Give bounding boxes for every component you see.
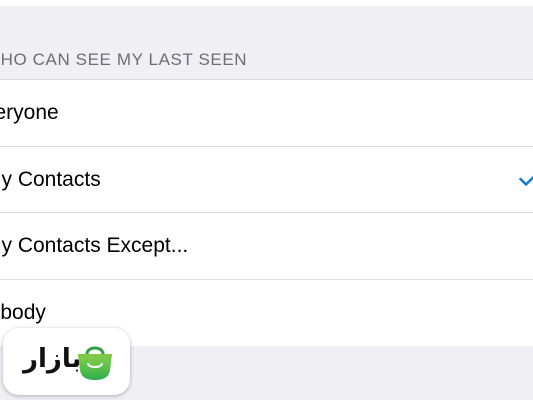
last-seen-options-list: veryone My Contacts My Contacts Except..… (0, 79, 533, 347)
option-my-contacts-except[interactable]: My Contacts Except... (0, 213, 533, 280)
option-label: My Contacts (0, 167, 101, 191)
bazaar-watermark-badge: بازار (3, 328, 130, 395)
badge-text: بازار (23, 344, 82, 374)
option-everyone[interactable]: veryone (0, 80, 533, 147)
shopping-bag-icon (78, 346, 112, 380)
option-label: My Contacts Except... (0, 234, 189, 257)
privacy-last-seen-screen: WHO CAN SEE MY LAST SEEN veryone My Cont… (0, 0, 533, 400)
section-header: WHO CAN SEE MY LAST SEEN (0, 50, 248, 69)
option-label: lobody (0, 300, 46, 324)
option-my-contacts[interactable]: My Contacts (0, 147, 533, 213)
top-cell-strip (0, 0, 533, 6)
option-label: veryone (0, 101, 59, 124)
checkmark-icon (519, 175, 533, 186)
